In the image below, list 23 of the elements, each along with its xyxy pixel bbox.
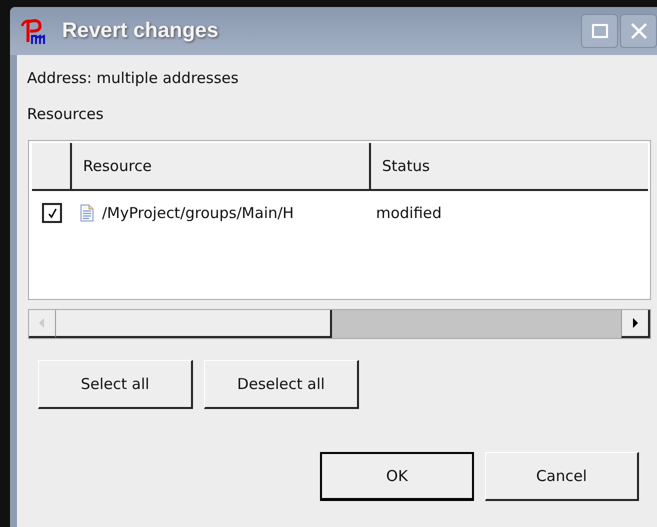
- check-icon: [46, 208, 58, 218]
- select-all-button[interactable]: Select all: [38, 360, 193, 409]
- scroll-right-icon[interactable]: [621, 310, 650, 338]
- scroll-thumb[interactable]: [56, 310, 332, 338]
- column-header[interactable]: Status: [371, 143, 648, 189]
- checkbox[interactable]: [42, 203, 62, 223]
- cancel-button[interactable]: Cancel: [485, 452, 639, 501]
- document-icon: [80, 204, 94, 222]
- column-header[interactable]: Resource: [72, 143, 371, 189]
- horizontal-scrollbar[interactable]: [28, 309, 651, 339]
- table-cell: modified: [376, 204, 442, 222]
- table-cell: /MyProject/groups/Main/H: [102, 204, 294, 222]
- close-button[interactable]: [620, 14, 657, 48]
- scroll-left-icon[interactable]: [29, 310, 56, 338]
- close-icon: [630, 22, 648, 40]
- maximize-button[interactable]: [581, 14, 618, 48]
- maximize-icon: [590, 22, 608, 40]
- app-logo-icon: [18, 16, 48, 46]
- address-label: Address: multiple addresses: [27, 69, 240, 89]
- window-title: Revert changes: [62, 19, 220, 43]
- resources-label: Resources: [27, 105, 105, 125]
- deselect-all-button[interactable]: Deselect all: [204, 360, 359, 409]
- ok-button[interactable]: OK: [320, 452, 474, 501]
